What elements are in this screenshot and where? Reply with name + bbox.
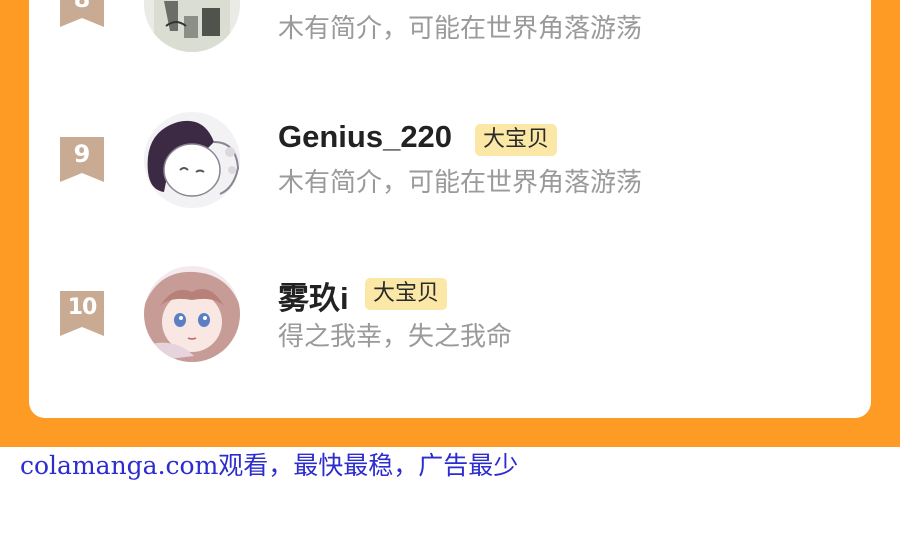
user-name[interactable]: 雾玖i (278, 273, 349, 318)
list-item[interactable]: 8 木有简介，可能在世界角落游荡 (29, 0, 871, 90)
anime-girl-blue-eyes-avatar-icon (144, 266, 240, 362)
avatar[interactable] (144, 0, 240, 52)
anime-girl-avatar-icon (144, 112, 240, 208)
avatar[interactable] (144, 112, 240, 208)
level-badge: 大宝贝 (475, 124, 558, 156)
rank-badge: 8 (60, 0, 104, 27)
rank-badge: 9 (60, 137, 104, 182)
list-item[interactable]: 9 Genius_220 大宝贝 木有简介，可能在世界角落游荡 (29, 110, 871, 230)
list-item[interactable]: 10 雾玖i 大宝贝 得之我幸，失之我命 (29, 264, 871, 384)
user-name[interactable]: Genius_220 (278, 119, 452, 155)
watermark-text: colamanga.com观看，最快最稳，广告最少 (20, 451, 519, 480)
rank-badge: 10 (60, 291, 104, 336)
ranking-card: 8 木有简介，可能在世界角落游荡 9 (29, 0, 871, 418)
sketch-avatar-icon (144, 0, 240, 52)
user-bio: 得之我幸，失之我命 (278, 322, 513, 352)
user-bio: 木有简介，可能在世界角落游荡 (278, 14, 643, 44)
level-badge: 大宝贝 (365, 278, 448, 310)
user-bio: 木有简介，可能在世界角落游荡 (278, 168, 643, 198)
avatar[interactable] (144, 266, 240, 362)
